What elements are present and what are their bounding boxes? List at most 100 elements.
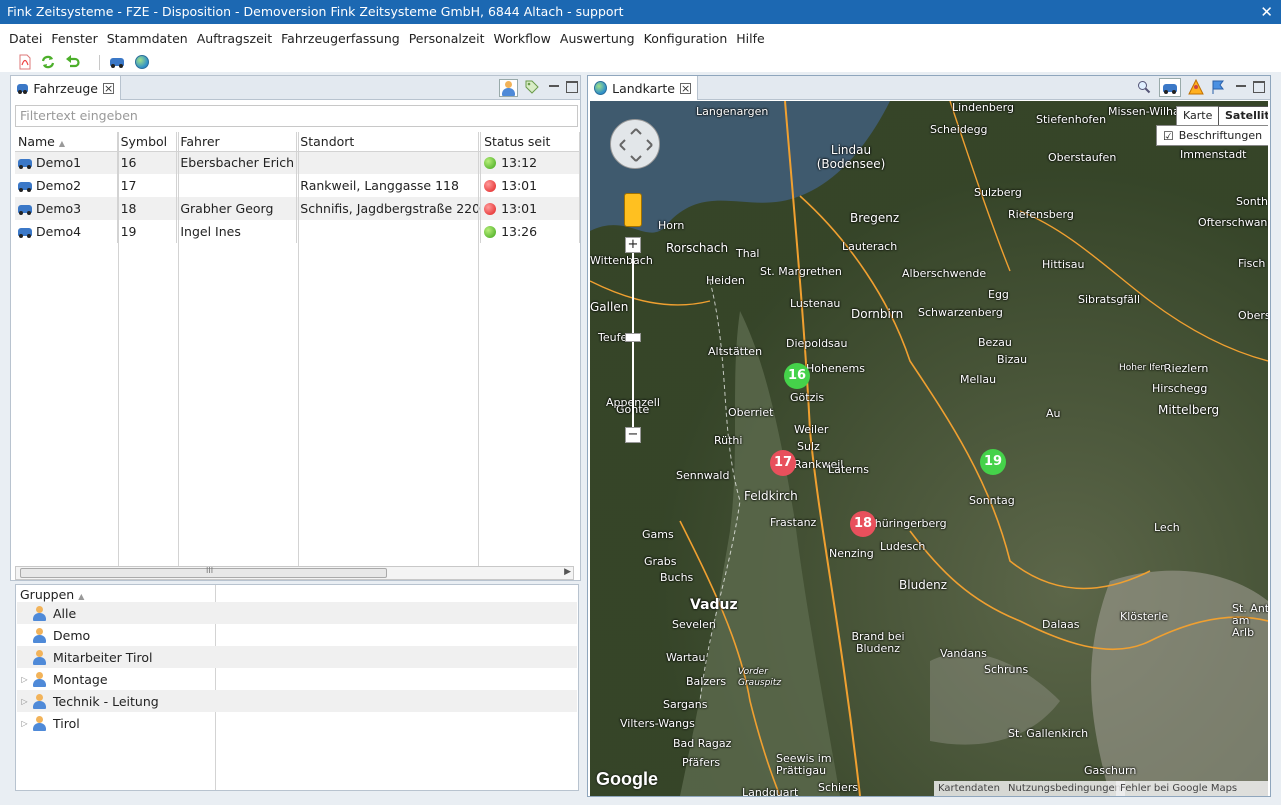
- map-place: Balzers: [686, 675, 727, 688]
- group-item-technik-leitung[interactable]: ▷ Technik - Leitung: [17, 690, 577, 712]
- maximize-icon[interactable]: [1253, 81, 1265, 93]
- group-item-montage[interactable]: ▷ Montage: [17, 668, 577, 690]
- menu-hilfe[interactable]: Hilfe: [736, 31, 764, 46]
- terms-link[interactable]: Nutzungsbedingungen: [1004, 781, 1126, 796]
- sort-asc-icon: ▲: [58, 138, 66, 148]
- vehicle-driver: Grabher Georg: [176, 197, 298, 220]
- map-place: Pfäfers: [682, 756, 721, 769]
- globe-icon: [594, 81, 608, 95]
- minimize-icon[interactable]: [1236, 85, 1246, 87]
- menu-auftragszeit[interactable]: Auftragszeit: [197, 31, 272, 46]
- street-view-pegman-icon[interactable]: [624, 193, 642, 227]
- driver-assign-icon[interactable]: [499, 79, 518, 97]
- minimize-icon[interactable]: [549, 85, 559, 87]
- tab-fahrzeuge[interactable]: Fahrzeuge ×: [11, 76, 121, 100]
- map-marker-17[interactable]: 17: [770, 450, 796, 476]
- status-red-icon: [484, 180, 497, 192]
- group-icon: [32, 671, 47, 687]
- group-item-alle[interactable]: Alle: [17, 602, 577, 624]
- group-item-mitarbeiter-tirol[interactable]: Mitarbeiter Tirol: [17, 646, 577, 668]
- vehicle-icon: [18, 181, 32, 192]
- vehicle-symbol: 19: [117, 220, 178, 243]
- zoom-slider-thumb[interactable]: [625, 333, 641, 342]
- pan-control[interactable]: [610, 119, 660, 169]
- map-place: Ofterschwang: [1198, 216, 1268, 229]
- tag-icon[interactable]: [525, 80, 539, 94]
- menu-fahrzeugerfassung[interactable]: Fahrzeugerfassung: [281, 31, 400, 46]
- scrollbar-thumb[interactable]: III: [20, 566, 387, 578]
- map-place: Schiers: [818, 781, 859, 794]
- report-error-link[interactable]: Fehler bei Google Maps melden: [1116, 781, 1268, 796]
- vehicle-name: Demo4: [36, 224, 82, 239]
- pan-arrows-icon: [619, 128, 653, 162]
- menu-personalzeit[interactable]: Personalzeit: [409, 31, 485, 46]
- map-place: Gaschurn: [1084, 764, 1137, 777]
- horizontal-scrollbar[interactable]: III ▶: [15, 566, 574, 580]
- menu-auswertung[interactable]: Auswertung: [560, 31, 635, 46]
- expand-arrow-icon[interactable]: ▷: [17, 719, 32, 728]
- expand-arrow-icon[interactable]: ▷: [17, 675, 32, 684]
- col-location-header[interactable]: Standort: [296, 132, 482, 152]
- group-label: Alle: [53, 605, 77, 621]
- map-place: Götzis: [790, 391, 825, 404]
- col-name-header[interactable]: Name ▲: [15, 132, 118, 152]
- expand-arrow-icon[interactable]: ▷: [17, 697, 32, 706]
- map-marker-19[interactable]: 19: [980, 449, 1006, 475]
- map-place: Bezau: [978, 336, 1012, 349]
- tab-landkarte[interactable]: Landkarte ×: [588, 76, 698, 100]
- group-item-tirol[interactable]: ▷ Tirol: [17, 712, 577, 734]
- map-place: Wartau: [666, 651, 706, 664]
- status-green-icon: [484, 226, 497, 238]
- menu-bar: Datei Fenster Stammdaten Auftragszeit Fa…: [0, 24, 1281, 52]
- menu-fenster[interactable]: Fenster: [51, 31, 97, 46]
- refresh-icon[interactable]: [40, 54, 56, 70]
- map-place: Wittenbach: [590, 254, 653, 267]
- route-flag-icon[interactable]: [1210, 79, 1226, 95]
- satellite-map[interactable]: Langenargen Lindenberg Stiefenhofen Miss…: [590, 101, 1268, 796]
- menu-konfiguration[interactable]: Konfiguration: [644, 31, 728, 46]
- col-symbol-header[interactable]: Symbol: [117, 132, 178, 152]
- vehicle-location: [296, 151, 482, 174]
- zoom-in-button[interactable]: +: [625, 237, 641, 253]
- pdf-icon[interactable]: [17, 54, 33, 70]
- menu-datei[interactable]: Datei: [9, 31, 42, 46]
- map-place: Bludenz: [899, 578, 948, 592]
- vehicle-icon[interactable]: [109, 54, 125, 70]
- maximize-icon[interactable]: [566, 81, 578, 93]
- status-time: 13:01: [501, 201, 538, 216]
- map-marker-18[interactable]: 18: [850, 511, 876, 537]
- vehicle-name: Demo2: [36, 178, 82, 193]
- maptype-satellit-button[interactable]: Satellit: [1218, 106, 1268, 126]
- close-tab-icon[interactable]: ×: [103, 82, 114, 94]
- globe-icon[interactable]: [134, 54, 150, 70]
- close-tab-icon[interactable]: ×: [680, 82, 691, 94]
- vehicle-filter-icon[interactable]: [1159, 78, 1181, 97]
- map-data-link[interactable]: Kartendaten: [934, 781, 1004, 796]
- map-place: Hittisau: [1042, 258, 1085, 271]
- zoom-out-button[interactable]: −: [625, 427, 641, 443]
- close-window-button[interactable]: ✕: [1260, 0, 1273, 24]
- filter-input[interactable]: Filtertext eingeben: [15, 105, 578, 127]
- map-place: Rüthi: [714, 434, 743, 447]
- col-driver-header[interactable]: Fahrer: [176, 132, 298, 152]
- col-status-header[interactable]: Status seit: [480, 132, 580, 152]
- search-icon[interactable]: [1137, 80, 1151, 94]
- map-place: Langenargen: [696, 105, 769, 118]
- map-place: Obers: [1238, 309, 1268, 322]
- labels-toggle[interactable]: ☑ Beschriftungen: [1156, 125, 1268, 146]
- menu-workflow[interactable]: Workflow: [493, 31, 550, 46]
- undo-icon[interactable]: [65, 54, 81, 70]
- window-title: Fink Zeitsysteme - FZE - Disposition - D…: [7, 4, 624, 19]
- vehicle-driver: Ebersbacher Erich: [176, 151, 298, 174]
- map-place: Ludesch: [880, 540, 926, 553]
- maptype-karte-button[interactable]: Karte: [1176, 106, 1220, 126]
- toolbar-separator: [99, 55, 100, 70]
- menu-stammdaten[interactable]: Stammdaten: [107, 31, 188, 46]
- scroll-right-icon[interactable]: ▶: [564, 567, 571, 577]
- warning-person-icon[interactable]: [1188, 78, 1204, 95]
- map-marker-16[interactable]: 16: [784, 363, 810, 389]
- map-place: Mellau: [960, 373, 997, 386]
- column-divider: [298, 132, 299, 566]
- group-item-demo[interactable]: Demo: [17, 624, 577, 646]
- groups-panel: Gruppen ▲ Alle Demo Mitarbeiter Tirol ▷ …: [15, 584, 579, 791]
